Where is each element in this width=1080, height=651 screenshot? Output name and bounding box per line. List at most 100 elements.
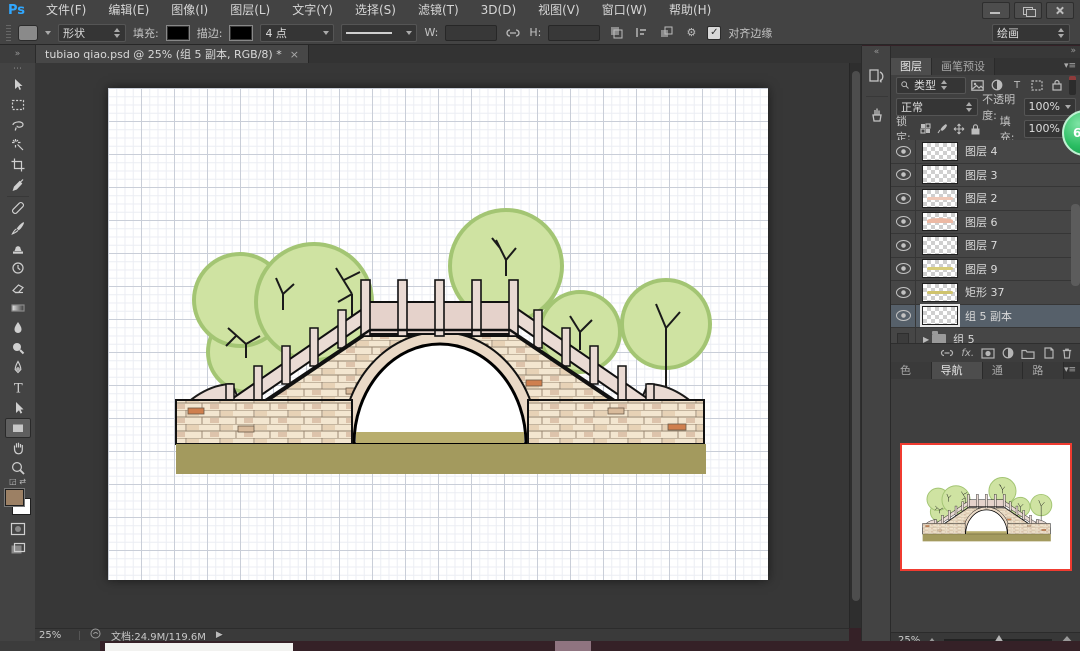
lock-paint-icon[interactable]	[936, 122, 948, 135]
tab-channels[interactable]: 通道	[983, 362, 1024, 379]
screen-mode-icon[interactable]	[5, 539, 31, 559]
filter-toggle-switch[interactable]	[1069, 76, 1076, 95]
artboard[interactable]	[108, 88, 768, 580]
quick-mask-icon[interactable]	[5, 519, 31, 539]
document-tab[interactable]: tubiao qiao.psd @ 25% (组 5 副本, RGB/8) * …	[36, 45, 309, 63]
geometry-options-gear-icon[interactable]: ⚙	[682, 25, 700, 41]
stroke-width-dropdown[interactable]: 4 点	[260, 24, 334, 42]
link-dimensions-icon[interactable]	[504, 25, 522, 41]
lock-move-icon[interactable]	[953, 122, 965, 135]
panel-expand-icon[interactable]: »	[1070, 46, 1076, 58]
magic-wand-tool[interactable]	[5, 135, 31, 155]
smart-object-filter-icon[interactable]	[1049, 78, 1065, 93]
tab-brush-presets[interactable]: 画笔预设	[932, 58, 995, 75]
tool-preset-icon[interactable]	[18, 25, 38, 41]
layers-scrollbar[interactable]	[1071, 204, 1080, 286]
document-close-icon[interactable]: ×	[290, 48, 299, 61]
status-zoom-field[interactable]: 25%	[39, 630, 69, 641]
layer-row[interactable]: 图层 6	[891, 211, 1080, 235]
layer-thumbnail[interactable]	[922, 306, 958, 325]
visibility-eye-icon[interactable]	[896, 193, 911, 204]
toolbar-collapse-icon[interactable]: »	[0, 45, 36, 63]
layer-row[interactable]: 图层 9	[891, 258, 1080, 282]
clone-stamp-tool[interactable]	[5, 238, 31, 258]
lock-all-icon[interactable]	[970, 122, 981, 135]
layer-thumbnail[interactable]	[922, 259, 958, 278]
group-expand-caret-icon[interactable]: ▶	[923, 335, 929, 343]
zoom-tool[interactable]	[5, 458, 31, 478]
layer-styles-fx-icon[interactable]: fx.	[961, 348, 974, 359]
tab-navigator[interactable]: 导航器	[932, 362, 983, 379]
rectangular-marquee-tool[interactable]	[5, 95, 31, 115]
link-layers-icon[interactable]	[940, 348, 954, 358]
lasso-tool[interactable]	[5, 115, 31, 135]
tab-swatches[interactable]: 色板	[891, 362, 932, 379]
align-edges-checkbox[interactable]: ✓	[707, 26, 721, 40]
history-panel-icon[interactable]	[865, 64, 889, 88]
tab-layers[interactable]: 图层	[891, 58, 932, 75]
path-selection-tool[interactable]	[5, 398, 31, 418]
close-button[interactable]	[1046, 2, 1074, 19]
visibility-eye-icon[interactable]	[896, 310, 911, 321]
opacity-dropdown[interactable]: 100%	[1024, 98, 1076, 116]
visibility-eye-icon[interactable]	[896, 146, 911, 157]
gradient-tool[interactable]	[5, 298, 31, 318]
menu-help[interactable]: 帮助(H)	[658, 0, 722, 21]
eraser-tool[interactable]	[5, 278, 31, 298]
minimize-button[interactable]	[982, 2, 1010, 19]
layer-row[interactable]: 图层 7	[891, 234, 1080, 258]
navigator-menu-icon[interactable]: ▾≡	[1064, 362, 1080, 379]
path-alignment-icon[interactable]	[632, 25, 650, 41]
layer-thumbnail[interactable]	[922, 283, 958, 302]
shape-filter-icon[interactable]	[1029, 78, 1045, 93]
tab-paths[interactable]: 路径	[1023, 362, 1064, 379]
navigator-proxy-view[interactable]	[900, 443, 1072, 571]
stroke-style-dropdown[interactable]	[341, 24, 417, 42]
layer-row[interactable]: 图层 3	[891, 164, 1080, 188]
hand-tool[interactable]	[5, 438, 31, 458]
visibility-eye-icon[interactable]	[896, 287, 911, 298]
layer-row[interactable]: 矩形 37	[891, 281, 1080, 305]
path-operations-icon[interactable]	[607, 25, 625, 41]
layer-row[interactable]: 图层 4	[891, 140, 1080, 164]
layer-row-group[interactable]: ▶ 组 5	[891, 328, 1080, 343]
lock-transparent-icon[interactable]	[920, 122, 931, 135]
spot-healing-brush-tool[interactable]	[5, 198, 31, 218]
dock-collapse-icon[interactable]: «	[874, 46, 880, 58]
fill-swatch[interactable]	[166, 25, 190, 41]
layer-thumbnail[interactable]	[922, 165, 958, 184]
menu-type[interactable]: 文字(Y)	[281, 0, 344, 21]
visibility-eye-icon[interactable]	[896, 240, 911, 251]
brush-presets-panel-icon[interactable]	[865, 103, 889, 127]
layer-row[interactable]: 图层 2	[891, 187, 1080, 211]
menu-3d[interactable]: 3D(D)	[470, 0, 527, 21]
height-input[interactable]	[548, 25, 600, 41]
menu-layer[interactable]: 图层(L)	[219, 0, 281, 21]
layer-thumbnail[interactable]	[922, 142, 958, 161]
visibility-eye-icon[interactable]	[896, 216, 911, 227]
blur-tool[interactable]	[5, 318, 31, 338]
add-layer-mask-icon[interactable]	[981, 348, 995, 359]
eyedropper-tool[interactable]	[5, 175, 31, 195]
filter-kind-dropdown[interactable]: 类型	[896, 77, 966, 94]
crop-tool[interactable]	[5, 155, 31, 175]
move-tool[interactable]	[5, 75, 31, 95]
panel-menu-icon[interactable]: ▾≡	[1064, 58, 1080, 75]
tool-preset-caret-icon[interactable]	[45, 31, 51, 35]
pen-tool[interactable]	[5, 358, 31, 378]
width-input[interactable]	[445, 25, 497, 41]
menu-edit[interactable]: 编辑(E)	[97, 0, 160, 21]
rectangle-tool[interactable]	[5, 418, 31, 438]
type-tool[interactable]: T	[5, 378, 31, 398]
menu-filter[interactable]: 滤镜(T)	[407, 0, 470, 21]
path-arrangement-icon[interactable]	[657, 25, 675, 41]
visibility-checkbox-empty[interactable]	[897, 333, 909, 343]
layer-row-selected[interactable]: 组 5 副本	[891, 305, 1080, 329]
new-layer-icon[interactable]	[1042, 347, 1054, 359]
new-group-icon[interactable]	[1021, 348, 1035, 359]
history-brush-tool[interactable]	[5, 258, 31, 278]
visibility-eye-icon[interactable]	[896, 263, 911, 274]
brush-tool[interactable]	[5, 218, 31, 238]
menu-select[interactable]: 选择(S)	[344, 0, 407, 21]
canvas-area[interactable]	[35, 63, 849, 628]
